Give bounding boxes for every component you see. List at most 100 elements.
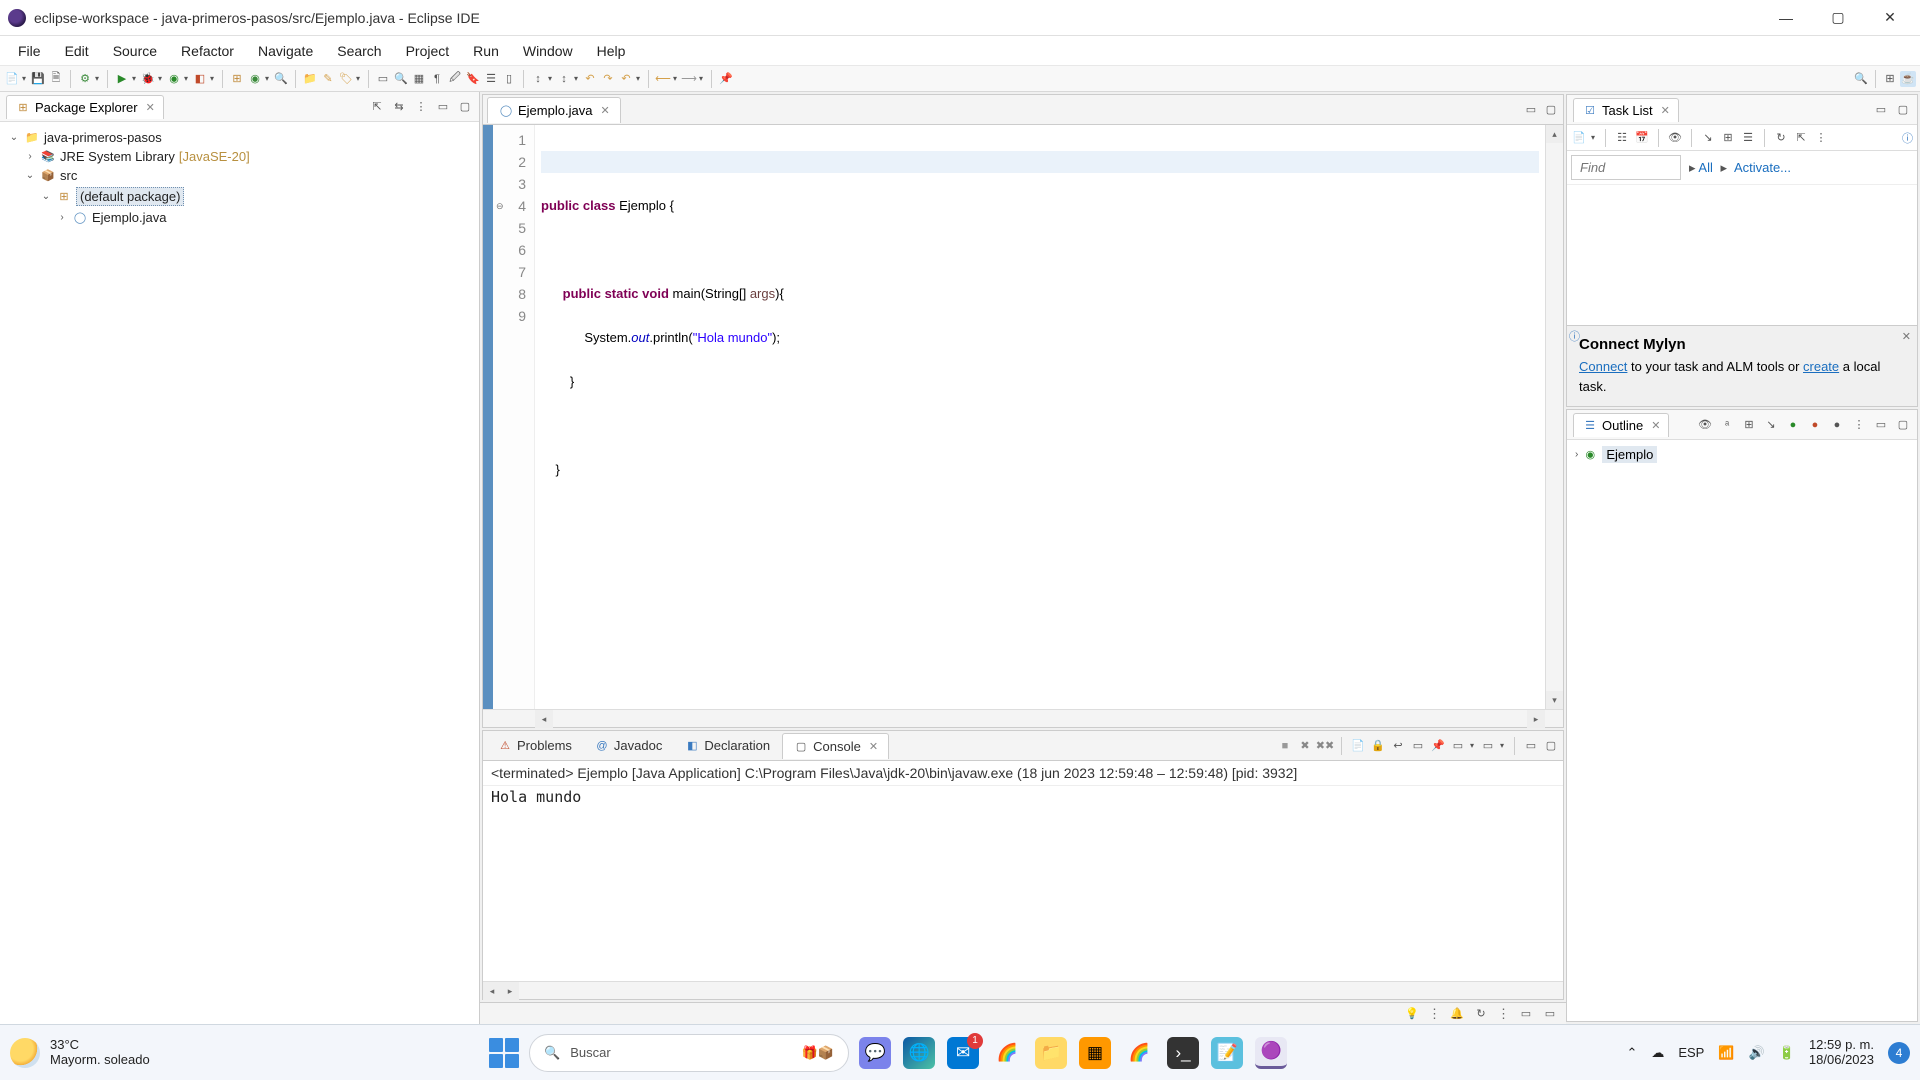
- editor-hscrollbar[interactable]: ◂ ▸: [483, 709, 1563, 727]
- expand-icon[interactable]: ⌄: [24, 170, 36, 181]
- task-list-tab[interactable]: ☑ Task List ✕: [1573, 98, 1679, 122]
- dropdown-icon[interactable]: ▾: [356, 74, 362, 83]
- tree-package[interactable]: ⌄ ⊞ (default package): [4, 185, 475, 208]
- dropdown-icon[interactable]: ▾: [210, 74, 216, 83]
- hide-static-icon[interactable]: ●: [1807, 417, 1823, 433]
- scroll-up-icon[interactable]: ▴: [1546, 125, 1563, 143]
- menu-file[interactable]: File: [6, 39, 53, 63]
- display-selected-icon[interactable]: ▭: [1450, 738, 1466, 754]
- tb-icon[interactable]: ↘: [1763, 417, 1779, 433]
- debug-icon[interactable]: 🐞: [140, 71, 156, 87]
- mark-occurrences-icon[interactable]: 🔍: [393, 71, 409, 87]
- clear-console-icon[interactable]: 📄: [1350, 738, 1366, 754]
- status-icon[interactable]: ↻: [1473, 1006, 1489, 1022]
- schedule-icon[interactable]: 📅: [1634, 130, 1650, 146]
- scroll-left-icon[interactable]: ◂: [535, 710, 553, 728]
- prev-annotation-icon[interactable]: ↕: [556, 71, 572, 87]
- focus-icon[interactable]: 👁: [1697, 417, 1713, 433]
- wand-icon[interactable]: ✎: [320, 71, 336, 87]
- next-annotation-icon[interactable]: ↕: [530, 71, 546, 87]
- start-button[interactable]: [489, 1038, 519, 1068]
- close-icon[interactable]: ✕: [869, 740, 878, 753]
- wifi-icon[interactable]: 📶: [1718, 1045, 1734, 1061]
- focus-icon[interactable]: 👁: [1667, 130, 1683, 146]
- editor-gutter[interactable]: 1 2 3 ⊖4 5 6 7 8 9: [483, 125, 535, 709]
- view-menu-icon[interactable]: ⋮: [413, 99, 429, 115]
- app-mail[interactable]: ✉1: [947, 1037, 979, 1069]
- pin-console-icon[interactable]: 📌: [1430, 738, 1446, 754]
- close-icon[interactable]: ✕: [1651, 419, 1660, 432]
- new-task-icon[interactable]: 📄: [1571, 130, 1587, 146]
- tab-javadoc[interactable]: @ Javadoc: [584, 733, 672, 758]
- app-terminal[interactable]: ›_: [1167, 1037, 1199, 1069]
- activate-link[interactable]: Activate...: [1734, 160, 1791, 175]
- open-console-icon[interactable]: ▭: [1480, 738, 1496, 754]
- tree-src[interactable]: ⌄ 📦 src: [4, 166, 475, 185]
- tree-project[interactable]: ⌄ 📁 java-primeros-pasos: [4, 128, 475, 147]
- sync-icon[interactable]: ↻: [1773, 130, 1789, 146]
- terminate-icon[interactable]: ■: [1277, 738, 1293, 754]
- app-sublime[interactable]: ▦: [1079, 1037, 1111, 1069]
- maximize-view-icon[interactable]: ▢: [1895, 417, 1911, 433]
- tb-icon[interactable]: ↘: [1700, 130, 1716, 146]
- hide-fields-icon[interactable]: ●: [1785, 417, 1801, 433]
- minimize-view-icon[interactable]: ▭: [435, 99, 451, 115]
- maximize-button[interactable]: ▢: [1824, 4, 1852, 32]
- save-icon[interactable]: 💾: [30, 71, 46, 87]
- view-menu-icon[interactable]: ⋮: [1851, 417, 1867, 433]
- new-icon[interactable]: 📄: [4, 71, 20, 87]
- expand-icon[interactable]: ›: [24, 151, 36, 162]
- help-icon[interactable]: ⓘ: [1902, 130, 1913, 146]
- sort-icon[interactable]: ᵃ: [1719, 417, 1735, 433]
- tb-icon[interactable]: 🖉: [447, 71, 463, 87]
- menu-help[interactable]: Help: [585, 39, 638, 63]
- app-chrome2[interactable]: 🌈: [1123, 1037, 1155, 1069]
- collapse-all-icon[interactable]: ⇱: [369, 99, 385, 115]
- console-hscrollbar[interactable]: ◂ ▸: [483, 981, 1563, 999]
- dropdown-icon[interactable]: ▾: [548, 74, 554, 83]
- dropdown-icon[interactable]: ▾: [95, 74, 101, 83]
- scroll-right-icon[interactable]: ▸: [501, 982, 519, 1000]
- menu-navigate[interactable]: Navigate: [246, 39, 325, 63]
- hide-nonpublic-icon[interactable]: ●: [1829, 417, 1845, 433]
- code-area[interactable]: public class Ejemplo { public static voi…: [535, 125, 1545, 709]
- word-wrap-icon[interactable]: ↩: [1390, 738, 1406, 754]
- remove-all-icon[interactable]: ✖✖: [1317, 738, 1333, 754]
- package-explorer-tree[interactable]: ⌄ 📁 java-primeros-pasos › 📚 JRE System L…: [0, 122, 479, 1024]
- collapse-icon[interactable]: ⇱: [1793, 130, 1809, 146]
- close-icon[interactable]: ✕: [1902, 330, 1911, 343]
- maximize-view-icon[interactable]: ▢: [1543, 738, 1559, 754]
- weather-widget[interactable]: 33°C Mayorm. soleado: [10, 1038, 150, 1068]
- tb-icon[interactable]: ⊞: [1741, 417, 1757, 433]
- battery-icon[interactable]: 🔋: [1779, 1045, 1795, 1061]
- dropdown-icon[interactable]: ▾: [636, 74, 642, 83]
- maximize-view-icon[interactable]: ▢: [457, 99, 473, 115]
- maximize-editor-icon[interactable]: ▢: [1543, 102, 1559, 118]
- new-package-icon[interactable]: ⊞: [229, 71, 245, 87]
- onedrive-icon[interactable]: ☁: [1651, 1045, 1664, 1061]
- scroll-left-icon[interactable]: ◂: [483, 982, 501, 1000]
- connect-link[interactable]: Connect: [1579, 359, 1627, 374]
- code-editor[interactable]: 1 2 3 ⊖4 5 6 7 8 9 public class Ejemplo …: [483, 125, 1563, 709]
- last-edit-icon[interactable]: ↶: [582, 71, 598, 87]
- java-perspective-icon[interactable]: ☕: [1900, 71, 1916, 87]
- status-icon[interactable]: ▭: [1518, 1006, 1534, 1022]
- new-class-icon[interactable]: ◉: [247, 71, 263, 87]
- taskbar-search[interactable]: 🔍 Buscar 🎁📦: [529, 1034, 849, 1072]
- notification-badge[interactable]: 4: [1888, 1042, 1910, 1064]
- dropdown-icon[interactable]: ▾: [22, 74, 28, 83]
- scroll-right-icon[interactable]: ▸: [1527, 710, 1545, 728]
- app-eclipse[interactable]: 🟣: [1255, 1037, 1287, 1069]
- dropdown-icon[interactable]: ▾: [1500, 741, 1506, 750]
- console-output[interactable]: Hola mundo: [483, 786, 1563, 981]
- app-teams[interactable]: 💬: [859, 1037, 891, 1069]
- whitespace-icon[interactable]: ¶: [429, 71, 445, 87]
- tip-icon[interactable]: 💡: [1404, 1006, 1420, 1022]
- minimize-button[interactable]: ―: [1772, 4, 1800, 32]
- menu-refactor[interactable]: Refactor: [169, 39, 246, 63]
- maximize-view-icon[interactable]: ▢: [1895, 102, 1911, 118]
- tray-overflow-icon[interactable]: ⌃: [1626, 1045, 1637, 1061]
- tree-file[interactable]: › ◯ Ejemplo.java: [4, 208, 475, 227]
- categorize-icon[interactable]: ☷: [1614, 130, 1630, 146]
- app-chrome[interactable]: 🌈: [991, 1037, 1023, 1069]
